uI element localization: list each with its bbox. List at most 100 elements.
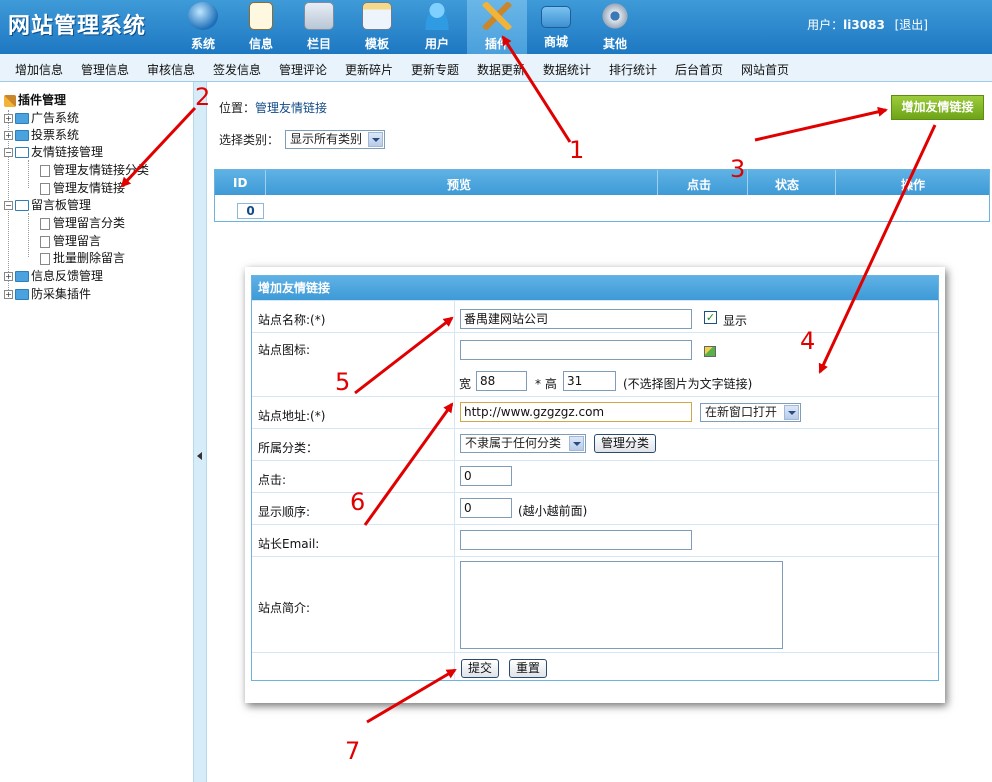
open-folder-icon <box>15 200 29 211</box>
quick-add-info[interactable]: 增加信息 <box>15 61 63 78</box>
collapse-icon[interactable]: − <box>4 201 13 210</box>
submit-button[interactable]: 提交 <box>461 659 499 678</box>
quick-update-topics[interactable]: 更新专题 <box>411 61 459 78</box>
document-icon <box>40 252 50 265</box>
quick-update-fragments[interactable]: 更新碎片 <box>345 61 393 78</box>
expand-icon[interactable]: + <box>4 272 13 281</box>
site-url-input[interactable]: http://www.gzgzgz.com <box>460 402 692 422</box>
quick-manage-comments[interactable]: 管理评论 <box>279 61 327 78</box>
chevron-down-icon <box>368 132 383 147</box>
tools-icon <box>4 94 16 107</box>
quick-nav: 增加信息 管理信息 审核信息 签发信息 管理评论 更新碎片 更新专题 数据更新 … <box>0 54 992 82</box>
table-header: ID 预览 点击 状态 操作 <box>215 170 989 195</box>
site-icon-input[interactable] <box>460 340 692 360</box>
tree-manage-guestbook[interactable]: 管理留言 <box>40 232 101 249</box>
nav-column[interactable]: 栏目 <box>289 0 349 54</box>
breadcrumb-link[interactable]: 管理友情链接 <box>255 101 327 115</box>
collapse-icon[interactable]: − <box>4 148 13 157</box>
nav-plugin[interactable]: 插件 <box>467 0 527 54</box>
height-input[interactable]: 31 <box>563 371 616 391</box>
col-action: 操作 <box>901 178 926 192</box>
site-name-input[interactable]: 番禺建网站公司 <box>460 309 692 329</box>
sidebar-splitter[interactable] <box>193 82 207 782</box>
quick-manage-info[interactable]: 管理信息 <box>81 61 129 78</box>
tree-root: 插件管理 <box>4 91 66 108</box>
quick-review-info[interactable]: 审核信息 <box>147 61 195 78</box>
annotation-6: 6 <box>350 488 366 516</box>
reset-button[interactable]: 重置 <box>509 659 547 678</box>
quick-sign-info[interactable]: 签发信息 <box>213 61 261 78</box>
tree-guestbook-manage[interactable]: − 留言板管理 <box>4 196 91 213</box>
quick-data-update[interactable]: 数据更新 <box>477 61 525 78</box>
clicks-input[interactable]: 0 <box>460 466 512 486</box>
logout-link[interactable]: [退出] <box>895 18 928 32</box>
nav-shop[interactable]: 商城 <box>526 0 586 54</box>
tree-vote-system[interactable]: + 投票系统 <box>4 126 79 143</box>
plugin-tree: 插件管理 + 广告系统 + 投票系统 − 友情链接管理 管理友情链接分类 管理友情链接… <box>0 82 193 782</box>
quick-admin-home[interactable]: 后台首页 <box>675 61 723 78</box>
app-logo: 网站管理系统 <box>8 14 147 39</box>
link-target-select[interactable]: 在新窗口打开 <box>700 403 801 422</box>
label-category: 所属分类： <box>258 441 319 455</box>
add-friendlink-button[interactable]: 增加友情链接 <box>891 95 984 120</box>
document-icon <box>40 164 50 177</box>
category-filter-label: 选择类别： <box>219 133 280 147</box>
nav-other[interactable]: 其他 <box>585 0 645 54</box>
tree-friendlink-manage[interactable]: − 友情链接管理 <box>4 143 103 160</box>
window-icon <box>362 2 392 30</box>
top-header: 网站管理系统 系统 信息 栏目 模板 用户 插件 商城 其他 用户：li3083… <box>0 0 992 54</box>
category-filter-select[interactable]: 显示所有类别 <box>285 130 385 149</box>
label-site-name: 站点名称:(*) <box>258 313 326 327</box>
col-clicks: 点击 <box>687 178 712 192</box>
select-image-icon[interactable] <box>704 346 716 357</box>
tree-anti-collect[interactable]: + 防采集插件 <box>4 285 91 302</box>
quick-data-stats[interactable]: 数据统计 <box>543 61 591 78</box>
label-order: 显示顺序: <box>258 505 311 519</box>
label-email: 站长Email: <box>258 537 320 551</box>
tree-batch-delete-guestbook[interactable]: 批量删除留言 <box>40 249 125 266</box>
chevron-down-icon <box>784 405 799 420</box>
nav-system[interactable]: 系统 <box>173 0 233 54</box>
document-icon <box>40 217 50 230</box>
width-input[interactable]: 88 <box>476 371 527 391</box>
category-select[interactable]: 不隶属于任何分类 <box>460 434 586 453</box>
email-input[interactable] <box>460 530 692 550</box>
notepad-icon <box>249 2 273 30</box>
tree-manage-friendlink[interactable]: 管理友情链接 <box>40 179 125 196</box>
manage-category-button[interactable]: 管理分类 <box>594 434 656 453</box>
arrow-3 <box>754 106 888 142</box>
expand-icon[interactable]: + <box>4 290 13 299</box>
tree-manage-friendlink-category[interactable]: 管理友情链接分类 <box>40 161 149 178</box>
nav-user[interactable]: 用户 <box>407 0 467 54</box>
label-clicks: 点击: <box>258 473 287 487</box>
show-label: 显示 <box>723 314 748 328</box>
globe-icon <box>188 2 218 30</box>
annotation-1: 1 <box>569 136 585 164</box>
tree-ad-system[interactable]: + 广告系统 <box>4 109 79 126</box>
open-folder-icon <box>15 147 29 158</box>
col-preview: 预览 <box>447 178 472 192</box>
collapse-arrow-icon[interactable] <box>197 452 202 460</box>
document-icon <box>40 182 50 195</box>
gear-icon <box>600 2 630 30</box>
folder-icon <box>15 113 29 124</box>
folder-icon <box>15 130 29 141</box>
annotation-2: 2 <box>195 83 211 111</box>
nav-template[interactable]: 模板 <box>347 0 407 54</box>
quick-site-home[interactable]: 网站首页 <box>741 61 789 78</box>
nav-info[interactable]: 信息 <box>231 0 291 54</box>
quick-rank-stats[interactable]: 排行统计 <box>609 61 657 78</box>
width-label: 宽 <box>459 377 472 391</box>
tree-feedback-manage[interactable]: + 信息反馈管理 <box>4 267 103 284</box>
order-input[interactable]: 0 <box>460 498 512 518</box>
tree-manage-guestbook-category[interactable]: 管理留言分类 <box>40 214 125 231</box>
show-checkbox[interactable]: ✓ <box>704 311 717 324</box>
annotation-3: 3 <box>730 155 746 183</box>
friendlink-table: ID 预览 点击 状态 操作 0 <box>214 169 990 222</box>
intro-textarea[interactable] <box>460 561 783 649</box>
add-friendlink-form-panel: 增加友情链接 站点名称:(*) 番禺建网站公司 ✓ 显示 站点图标: 宽 88 … <box>245 267 945 703</box>
folder-icon <box>15 289 29 300</box>
expand-icon[interactable]: + <box>4 114 13 123</box>
form-title: 增加友情链接 <box>252 276 938 300</box>
expand-icon[interactable]: + <box>4 131 13 140</box>
